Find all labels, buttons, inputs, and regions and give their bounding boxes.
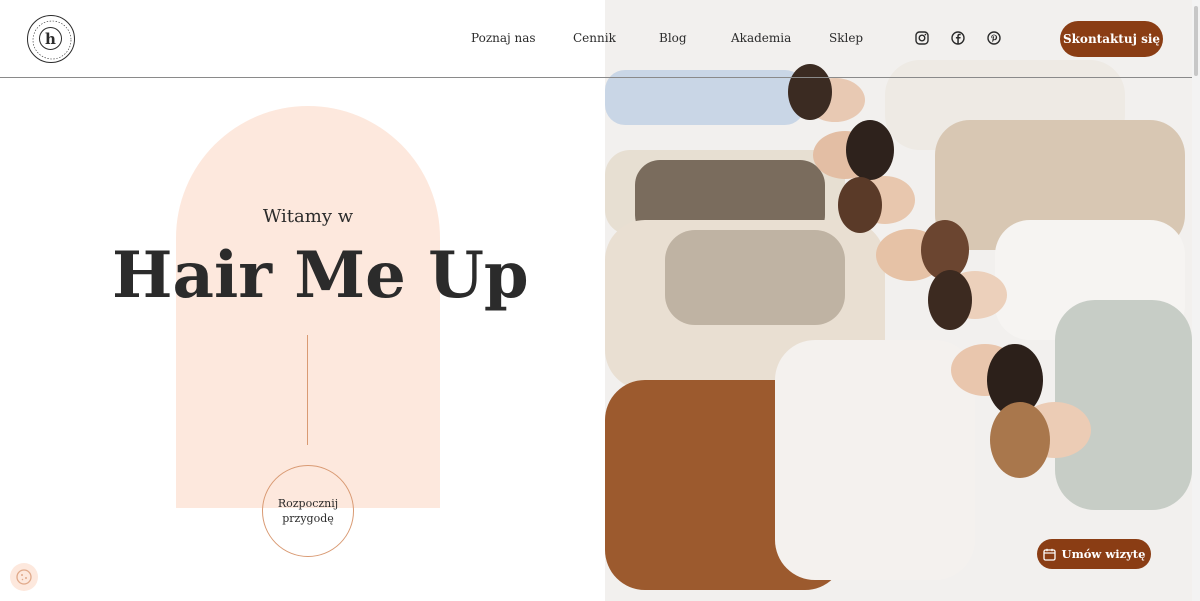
hero-photo	[605, 0, 1192, 601]
logo[interactable]: h	[27, 15, 75, 63]
nav-cennik[interactable]: Cennik	[573, 31, 616, 45]
cookie-icon	[16, 569, 32, 585]
hero-divider	[307, 335, 308, 445]
pinterest-icon[interactable]	[987, 31, 1001, 45]
start-adventure-button[interactable]: Rozpocznij przygodę	[262, 465, 354, 557]
logo-letter: h	[39, 27, 62, 50]
facebook-icon[interactable]	[951, 31, 965, 45]
book-visit-button[interactable]: Umów wizytę	[1037, 539, 1151, 569]
hero-welcome: Witamy w	[262, 206, 354, 227]
scrollbar-thumb[interactable]	[1194, 6, 1198, 76]
group-photo-illustration	[605, 0, 1192, 601]
nav-akademia[interactable]: Akademia	[731, 31, 791, 45]
site-header: h Poznaj nas Cennik Blog Akademia Sklep …	[0, 0, 1200, 78]
cookie-settings-button[interactable]	[10, 563, 38, 591]
start-adventure-label: Rozpocznij przygodę	[277, 497, 339, 525]
book-visit-label: Umów wizytę	[1061, 547, 1146, 561]
nav-blog[interactable]: Blog	[659, 31, 687, 45]
nav-sklep[interactable]: Sklep	[829, 31, 863, 45]
scrollbar[interactable]	[1192, 0, 1200, 601]
contact-button[interactable]: Skontaktuj się	[1060, 21, 1163, 57]
instagram-icon[interactable]	[915, 31, 929, 45]
hero-title: Hair Me Up	[112, 238, 529, 313]
nav-poznaj-nas[interactable]: Poznaj nas	[471, 31, 536, 45]
calendar-icon	[1042, 548, 1056, 561]
